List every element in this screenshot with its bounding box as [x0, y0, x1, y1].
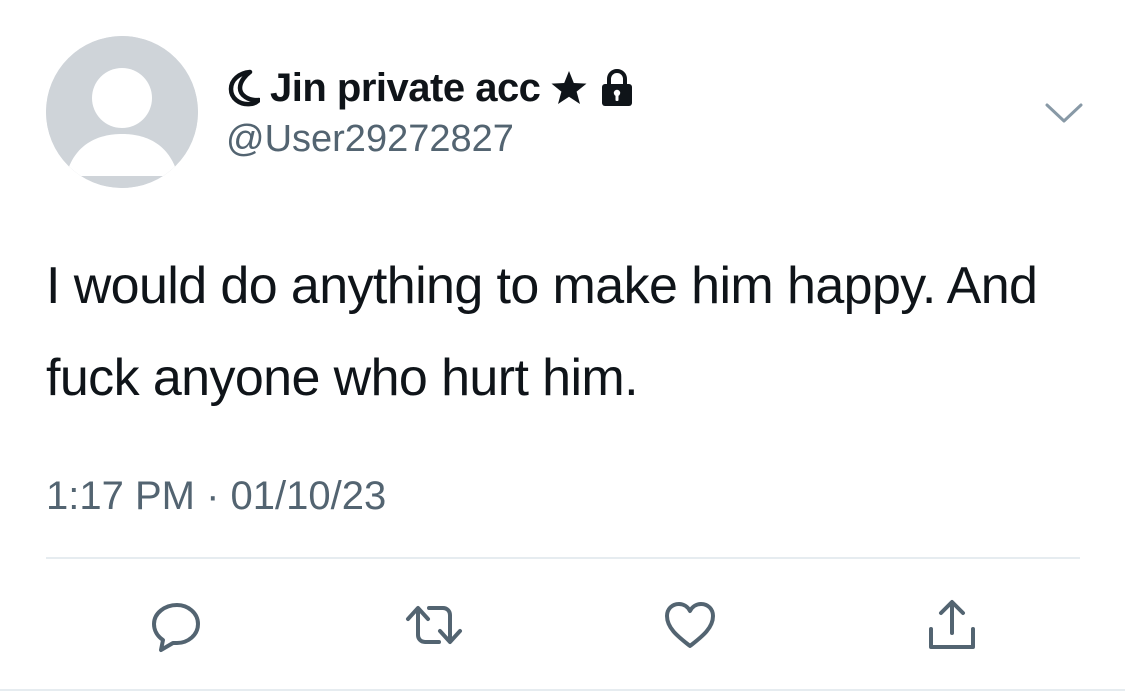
star-icon [551, 71, 587, 104]
divider [46, 557, 1080, 559]
tweet-time: 1:17 PM [46, 474, 195, 518]
retweet-button[interactable] [405, 596, 463, 654]
reply-button[interactable] [147, 596, 205, 654]
like-icon [665, 602, 715, 648]
default-avatar-icon [46, 36, 198, 188]
lock-icon [602, 68, 633, 106]
meta-separator: · [206, 474, 220, 518]
author-name-row[interactable]: Jin private acc [226, 62, 636, 114]
avatar[interactable] [46, 36, 198, 188]
retweet-icon [406, 606, 462, 644]
share-icon [929, 600, 975, 649]
like-button[interactable] [661, 596, 719, 654]
share-button[interactable] [923, 596, 981, 654]
author-display-name: Jin private acc [270, 65, 541, 110]
crescent-moon-icon [228, 69, 260, 107]
tweet-date: 01/10/23 [230, 474, 387, 518]
tweet-timestamp[interactable]: 1:17 PM · 01/10/23 [46, 474, 386, 519]
reply-icon [152, 603, 200, 652]
chevron-down-icon[interactable] [1044, 100, 1084, 126]
tweet-text: I would do anything to make him happy. A… [46, 257, 1038, 407]
author-handle[interactable]: @User29272827 [226, 118, 514, 161]
